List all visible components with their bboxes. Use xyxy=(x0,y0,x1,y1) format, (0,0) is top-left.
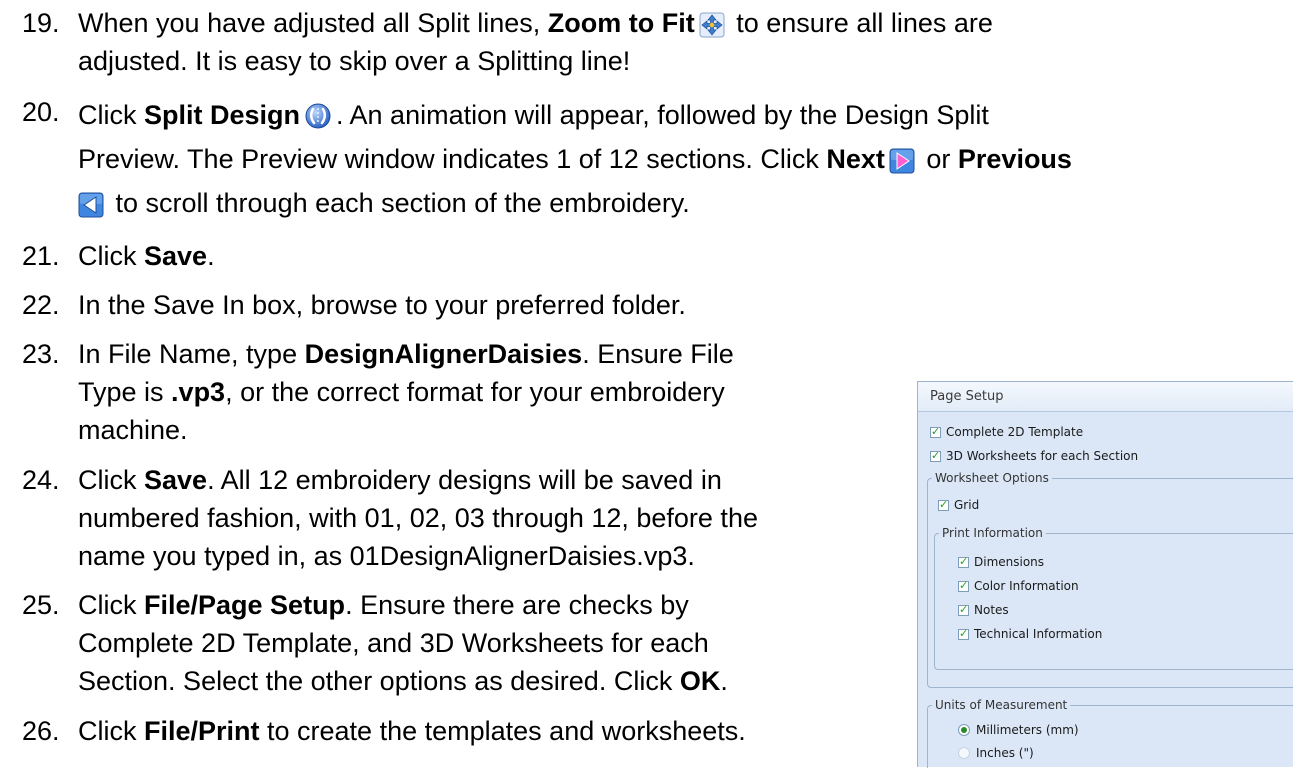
save-label: Save xyxy=(144,465,208,495)
step-text: In File Name, type DesignAlignerDaisies.… xyxy=(78,335,734,449)
notes-checkbox[interactable]: ✓ Notes xyxy=(958,602,1009,618)
zoom-to-fit-label: Zoom to Fit xyxy=(547,8,695,38)
3d-worksheets-checkbox[interactable]: ✓ 3D Worksheets for each Section xyxy=(930,448,1138,464)
step-number: 25. xyxy=(22,590,60,620)
text-run: or xyxy=(918,144,958,174)
checkbox-label: Complete 2D Template xyxy=(946,425,1084,439)
radio-label: Millimeters (mm) xyxy=(976,723,1079,737)
text-run: . An animation will appear, followed by … xyxy=(336,100,989,130)
units-of-measurement-legend: Units of Measurement xyxy=(932,698,1071,712)
text-run: to ensure all lines are xyxy=(728,8,993,38)
page-setup-menu-label: File/Page Setup xyxy=(144,590,346,620)
checkbox-icon: ✓ xyxy=(958,603,969,616)
text-run: Section. Select the other options as des… xyxy=(78,666,680,696)
text-run: . xyxy=(720,666,728,696)
text-run: numbered fashion, with 01, 02, 03 throug… xyxy=(78,503,758,533)
text-run: to scroll through each section of the em… xyxy=(108,188,690,218)
step-number: 22. xyxy=(22,290,60,320)
checkbox-icon: ✓ xyxy=(958,579,969,592)
print-information-legend: Print Information xyxy=(939,526,1046,540)
step-number: 19. xyxy=(22,8,60,38)
checkbox-label: Notes xyxy=(974,603,1009,617)
step-number: 23. xyxy=(22,339,60,369)
text-run: . All 12 embroidery designs will be save… xyxy=(207,465,722,495)
checkbox-icon: ✓ xyxy=(930,425,941,438)
step-text: When you have adjusted all Split lines, … xyxy=(78,4,993,80)
split-design-label: Split Design xyxy=(144,100,301,130)
checkbox-label: Color Information xyxy=(974,579,1079,593)
checkbox-icon: ✓ xyxy=(930,449,941,462)
radio-unselected-icon xyxy=(958,747,970,759)
ok-label: OK xyxy=(679,666,721,696)
dialog-title: Page Setup xyxy=(918,382,1293,412)
step-text: Click Save. All 12 embroidery designs wi… xyxy=(78,461,758,575)
zoom-to-fit-icon xyxy=(699,10,725,48)
previous-arrow-icon xyxy=(78,187,104,231)
step-number: 21. xyxy=(22,241,60,271)
checkbox-label: Grid xyxy=(954,498,980,512)
text-run: name you typed in, as 01DesignAlignerDai… xyxy=(78,541,695,571)
previous-label: Previous xyxy=(957,144,1072,174)
text-run: In the Save In box, browse to your prefe… xyxy=(78,290,686,320)
checkbox-label: Dimensions xyxy=(974,555,1045,569)
file-type-value: .vp3 xyxy=(171,377,226,407)
checkbox-icon: ✓ xyxy=(958,627,969,640)
step-number: 24. xyxy=(22,465,60,495)
page-setup-dialog: Page Setup ✓ Complete 2D Template ✓ 3D Wor… xyxy=(917,381,1293,768)
grid-checkbox[interactable]: ✓ Grid xyxy=(938,497,979,513)
step-text: Click File/Page Setup. Ensure there are … xyxy=(78,586,728,700)
checkbox-label: Technical Information xyxy=(974,627,1103,641)
text-run: Click xyxy=(78,590,144,620)
text-run: When you have adjusted all Split lines, xyxy=(78,8,548,38)
next-arrow-icon xyxy=(889,143,915,187)
step-text: Click File/Print to create the templates… xyxy=(78,712,746,750)
radio-selected-icon xyxy=(958,724,970,736)
text-run: In File Name, type xyxy=(78,339,305,369)
text-run: Preview. The Preview window indicates 1 … xyxy=(78,144,827,174)
step-text: Click Split Design . An animation will a… xyxy=(78,93,1072,225)
text-run: Complete 2D Template, and 3D Worksheets … xyxy=(78,628,709,658)
text-run: , or the correct format for your embroid… xyxy=(225,377,725,407)
text-run: . xyxy=(207,241,215,271)
text-run: Click xyxy=(78,241,144,271)
instruction-document: 19. When you have adjusted all Split lin… xyxy=(0,0,1293,768)
step-text: In the Save In box, browse to your prefe… xyxy=(78,286,686,324)
checkbox-label: 3D Worksheets for each Section xyxy=(946,449,1139,463)
worksheet-options-legend: Worksheet Options xyxy=(932,471,1052,485)
complete-2d-template-checkbox[interactable]: ✓ Complete 2D Template xyxy=(930,424,1083,440)
text-run: Click xyxy=(78,100,144,130)
text-run: to create the templates and worksheets. xyxy=(259,716,746,746)
text-run: . Ensure File xyxy=(582,339,734,369)
checkbox-icon: ✓ xyxy=(958,555,969,568)
text-run: machine. xyxy=(78,415,188,445)
checkbox-icon: ✓ xyxy=(938,498,949,511)
radio-label: Inches (") xyxy=(976,746,1034,760)
inches-radio[interactable]: Inches (") xyxy=(958,745,1034,761)
step-number: 20. xyxy=(22,97,60,127)
file-name-value: DesignAlignerDaisies xyxy=(304,339,583,369)
millimeters-radio[interactable]: Millimeters (mm) xyxy=(958,722,1079,738)
step-number: 26. xyxy=(22,716,60,746)
text-run: Click xyxy=(78,716,144,746)
text-run: adjusted. It is easy to skip over a Spli… xyxy=(78,46,631,76)
next-label: Next xyxy=(826,144,885,174)
step-text: Click Save. xyxy=(78,237,215,275)
color-information-checkbox[interactable]: ✓ Color Information xyxy=(958,578,1079,594)
save-label: Save xyxy=(144,241,208,271)
file-print-label: File/Print xyxy=(144,716,260,746)
dimensions-checkbox[interactable]: ✓ Dimensions xyxy=(958,554,1044,570)
text-run: . Ensure there are checks by xyxy=(345,590,689,620)
technical-information-checkbox[interactable]: ✓ Technical Information xyxy=(958,626,1102,642)
text-run: Click xyxy=(78,465,144,495)
text-run: Type is xyxy=(78,377,172,407)
